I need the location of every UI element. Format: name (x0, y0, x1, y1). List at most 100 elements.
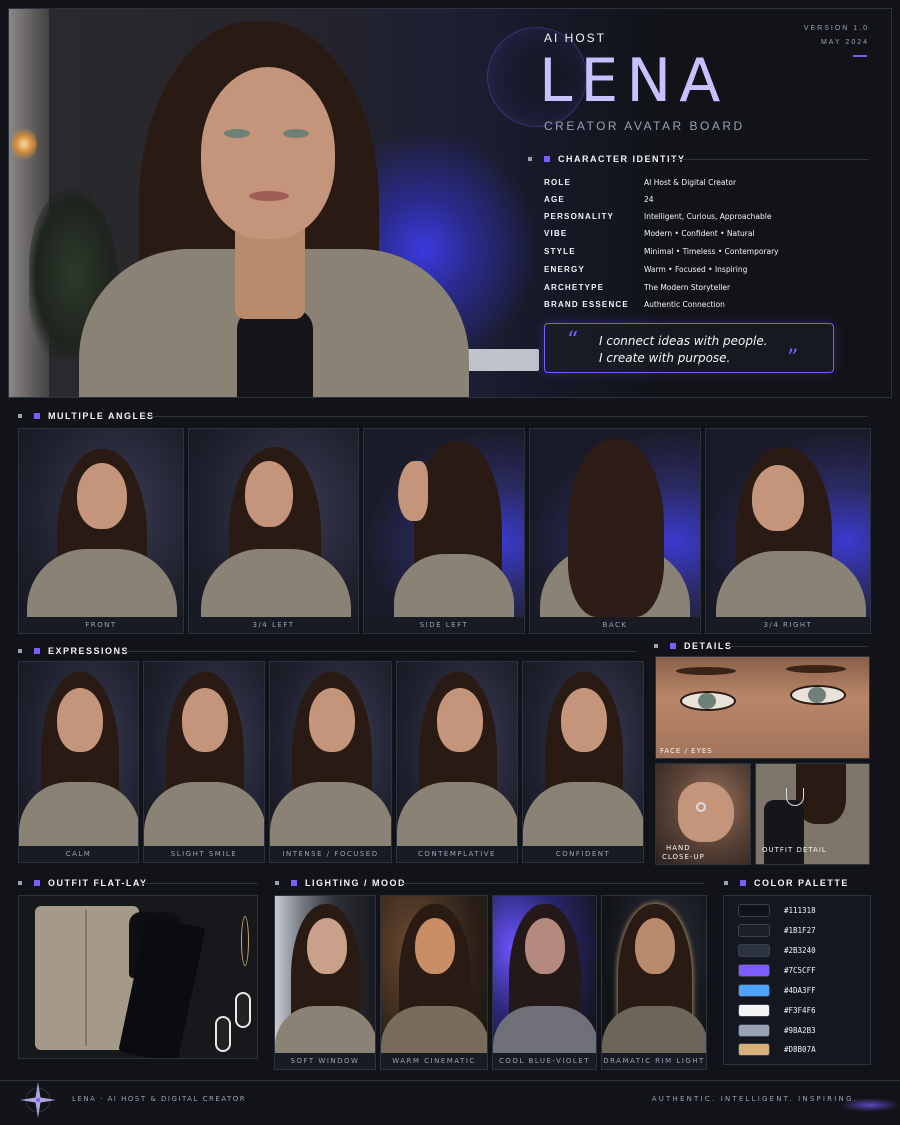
details-title: DETAILS (684, 641, 733, 651)
jacket (144, 782, 264, 852)
angles-rule (145, 416, 867, 417)
color-hex: #F3F4F6 (784, 1006, 816, 1015)
palette-title: COLOR PALETTE (754, 878, 849, 888)
outfit-title: OUTFIT FLAT-LAY (48, 878, 148, 888)
outfit-flatlay-photo (18, 895, 258, 1059)
jacket (19, 782, 138, 852)
page-title: LENA (539, 46, 729, 116)
face (201, 67, 335, 239)
quote-close-icon: ” (787, 346, 799, 371)
square-marker-icon (544, 156, 550, 162)
palette-swatch: #7C5CFF (738, 964, 816, 977)
face-profile (398, 461, 428, 521)
lighting-photo: WARM CINEMATIC LIGHT (380, 895, 488, 1070)
face (752, 465, 804, 531)
face (307, 918, 347, 974)
identity-value: Authentic Connection (644, 300, 725, 309)
identity-value: The Modern Storyteller (644, 283, 731, 292)
detail-label: FACE / EYES (660, 747, 713, 755)
color-chip (738, 944, 770, 957)
jacket (397, 782, 517, 852)
jacket (523, 782, 643, 852)
face (525, 918, 565, 974)
angle-caption: 3/4 LEFT (189, 617, 358, 633)
lighting-photo: DRAMATIC RIM LIGHT (601, 895, 707, 1070)
color-hex: #111318 (784, 906, 816, 915)
lighting-caption: DRAMATIC RIM LIGHT (602, 1053, 706, 1069)
shirt-placket (85, 910, 87, 1046)
identity-value: Modern • Confident • Natural (644, 229, 755, 238)
face (77, 463, 127, 529)
angles-title: MULTIPLE ANGLES (48, 411, 155, 421)
face (309, 688, 355, 752)
left-eye (224, 129, 250, 138)
jacket (270, 782, 391, 852)
face (437, 688, 483, 752)
footer-rule (0, 1080, 900, 1081)
necklace-icon (241, 916, 249, 966)
angle-photo: FRONT (18, 428, 184, 634)
identity-key: STYLE (544, 247, 576, 256)
square-marker-icon (670, 643, 676, 649)
face (57, 688, 103, 752)
palette-swatch: #98A2B3 (738, 1024, 816, 1037)
lamp-glow-icon (11, 127, 37, 161)
expression-photo: CONFIDENT (522, 661, 644, 863)
top-shirt (764, 800, 804, 864)
expression-caption: SLIGHT SMILE (144, 846, 264, 862)
expressions-rule (125, 651, 637, 652)
expression-caption: CALM (19, 846, 138, 862)
iris (698, 693, 716, 709)
color-chip (738, 1043, 770, 1056)
identity-rule (669, 159, 869, 160)
quote-box: “ I connect ideas with people. I create … (544, 323, 834, 373)
detail-face-eyes: FACE / EYES (655, 656, 870, 759)
page-subtitle: CREATOR AVATAR BOARD (544, 119, 745, 133)
jacket (275, 1006, 375, 1056)
expression-caption: CONFIDENT (523, 846, 643, 862)
face (245, 461, 293, 527)
angle-photo: 3/4 LEFT (188, 428, 359, 634)
bullet-icon (275, 881, 279, 885)
ring-icon (696, 802, 706, 812)
angle-photo: BACK (529, 428, 701, 634)
bullet-icon (724, 881, 728, 885)
palette-swatch: #111318 (738, 904, 816, 917)
palette-swatch: #1B1F27 (738, 924, 816, 937)
color-chip (738, 1024, 770, 1037)
section-title-outfit: OUTFIT FLAT-LAY (18, 878, 148, 888)
expression-caption: CONTEMPLATIVE (397, 846, 517, 862)
bullet-icon (18, 649, 22, 653)
palette-swatch: #F3F4F6 (738, 1004, 816, 1017)
lighting-caption: COOL BLUE-VIOLET NIGHT (493, 1053, 596, 1069)
jacket (602, 1006, 706, 1056)
color-chip (738, 1004, 770, 1017)
expression-photo: SLIGHT SMILE (143, 661, 265, 863)
color-hex: #4DA3FF (784, 986, 816, 995)
sneaker (235, 992, 251, 1028)
identity-key: BRAND ESSENCE (544, 300, 629, 309)
color-hex: #1B1F27 (784, 926, 816, 935)
square-marker-icon (34, 880, 40, 886)
face (182, 688, 228, 752)
footer-glow (840, 1098, 900, 1112)
color-chip (738, 964, 770, 977)
bullet-icon (528, 157, 532, 161)
detail-label: HAND (666, 844, 691, 852)
square-marker-icon (34, 648, 40, 654)
expression-photo: CALM (18, 661, 139, 863)
section-title-details: DETAILS (654, 641, 732, 651)
angle-caption: BACK (530, 617, 700, 633)
details-rule (728, 646, 868, 647)
quote-open-icon: “ (567, 328, 579, 353)
version-accent-line (853, 55, 867, 57)
lighting-caption: SOFT WINDOW LIGHT (275, 1053, 375, 1069)
palette-swatch: #4DA3FF (738, 984, 816, 997)
identity-key: PERSONALITY (544, 212, 615, 221)
palette-panel (723, 895, 871, 1065)
color-hex: #7C5CFF (784, 966, 816, 975)
sneaker (215, 1016, 231, 1052)
color-hex: #D8B07A (784, 1045, 816, 1054)
lighting-photo: SOFT WINDOW LIGHT (274, 895, 376, 1070)
version-label: VERSION 1.0 (803, 25, 869, 32)
